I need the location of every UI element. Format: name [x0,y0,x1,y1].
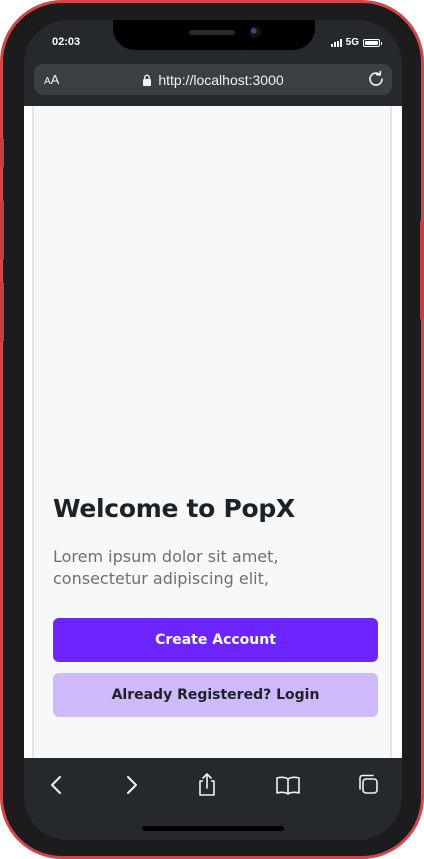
lock-icon [143,74,152,86]
signal-icon [330,38,342,47]
silent-switch [0,138,4,168]
address-bar[interactable]: AA http://localhost:3000 [34,64,392,95]
url-text: http://localhost:3000 [158,71,284,88]
login-button[interactable]: Already Registered? Login [53,673,378,717]
web-content: Welcome to PopX Lorem ipsum dolor sit am… [24,106,402,758]
share-icon[interactable] [194,772,220,798]
create-account-button[interactable]: Create Account [53,618,378,662]
camera-icon [249,26,261,38]
network-label: 5G [345,37,359,48]
volume-down-button [0,282,4,342]
home-indicator [142,826,284,831]
url-field[interactable]: http://localhost:3000 [34,64,392,95]
browser-toolbar [24,758,402,840]
forward-icon[interactable] [118,772,144,798]
back-icon[interactable] [44,772,70,798]
page-title: Welcome to PopX [53,494,295,523]
status-time: 02:03 [52,36,81,48]
volume-up-button [0,200,4,260]
bookmarks-icon[interactable] [275,772,301,798]
phone-screen: 02:03 5G AA http://localhost:3000 Welcom… [24,20,402,840]
notch [113,20,315,50]
battery-icon [363,38,382,47]
page-subtitle: Lorem ipsum dolor sit amet, consectetur … [53,547,279,588]
status-indicators: 5G [330,37,382,48]
app-panel: Welcome to PopX Lorem ipsum dolor sit am… [32,106,392,758]
speaker [189,30,235,35]
reload-icon[interactable] [366,69,386,89]
tabs-icon[interactable] [355,772,381,798]
power-button [420,220,424,320]
